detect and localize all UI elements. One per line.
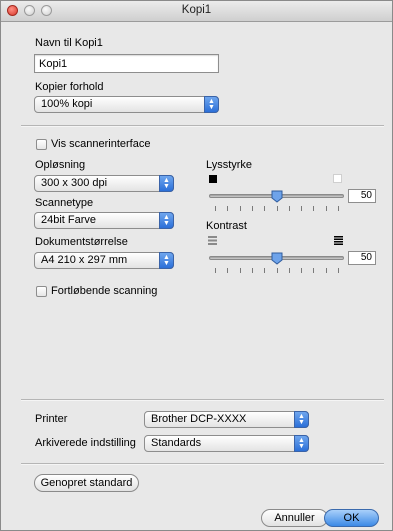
slider-tick <box>239 268 241 273</box>
slider-tick <box>313 268 315 273</box>
slider-tick <box>215 206 216 211</box>
dark-swatch-icon <box>209 175 217 183</box>
popup-arrows-icon: ▲ ▼ <box>159 175 174 192</box>
popup-arrows-icon: ▲ ▼ <box>159 212 174 229</box>
scan-type-value: 24bit Farve <box>41 214 97 226</box>
high-contrast-icon <box>334 236 343 245</box>
copy-ratio-popup[interactable]: 100% kopi ▲ ▼ <box>34 96 219 113</box>
scanner-interface-label: Vis scannerinterface <box>51 138 151 150</box>
document-size-value: A4 210 x 297 mm <box>41 254 128 266</box>
slider-tick <box>264 206 266 211</box>
document-size-popup[interactable]: A4 210 x 297 mm ▲ ▼ <box>34 252 174 269</box>
resolution-value: 300 x 300 dpi <box>41 177 108 189</box>
title-bar[interactable]: Kopi1 <box>1 1 392 22</box>
resolution-popup[interactable]: 300 x 300 dpi ▲ ▼ <box>34 175 174 192</box>
continuous-scanning-label: Fortløbende scanning <box>51 285 158 297</box>
slider-tick <box>251 206 253 211</box>
copy-ratio-label: Kopier forhold <box>35 81 104 93</box>
slider-tick <box>325 268 327 273</box>
copy-ratio-value: 100% kopi <box>41 98 93 110</box>
name-input[interactable]: Kopi1 <box>34 54 219 73</box>
slider-tick <box>338 206 339 211</box>
slider-tick <box>251 268 253 273</box>
slider-tick <box>288 206 290 211</box>
slider-tick <box>227 268 229 273</box>
separator <box>21 125 384 127</box>
slider-tick <box>276 268 278 273</box>
slider-tick <box>215 268 216 273</box>
ok-button[interactable]: OK <box>324 509 379 527</box>
brightness-slider-knob[interactable] <box>271 190 283 203</box>
light-swatch-icon <box>333 174 342 183</box>
dialog-window: Kopi1 Navn til Kopi1 Kopi1 Kopier forhol… <box>0 0 393 531</box>
slider-tick <box>288 268 290 273</box>
saved-settings-label: Arkiverede indstilling <box>35 437 136 449</box>
slider-tick <box>227 206 229 211</box>
contrast-tick-marks <box>209 268 344 273</box>
restore-defaults-button[interactable]: Genopret standard <box>34 474 139 492</box>
contrast-label: Kontrast <box>206 220 247 232</box>
name-label: Navn til Kopi1 <box>35 37 103 49</box>
contrast-slider-knob[interactable] <box>271 252 283 265</box>
scanner-interface-checkbox[interactable] <box>36 139 47 150</box>
saved-settings-popup[interactable]: Standards ▲ ▼ <box>144 435 309 452</box>
cancel-button[interactable]: Annuller <box>261 509 328 527</box>
document-size-label: Dokumentstørrelse <box>35 236 128 248</box>
brightness-tick-marks <box>209 206 344 211</box>
slider-tick <box>325 206 327 211</box>
separator <box>21 399 384 401</box>
scan-type-popup[interactable]: 24bit Farve ▲ ▼ <box>34 212 174 229</box>
slider-tick <box>276 206 278 211</box>
separator <box>21 463 384 465</box>
window-title: Kopi1 <box>181 4 212 16</box>
slider-tick <box>338 268 339 273</box>
popup-arrows-icon: ▲ ▼ <box>159 252 174 269</box>
low-contrast-icon <box>208 236 217 245</box>
continuous-scanning-checkbox[interactable] <box>36 286 47 297</box>
printer-value: Brother DCP-XXXX <box>151 413 247 425</box>
brightness-label: Lysstyrke <box>206 159 253 171</box>
printer-label: Printer <box>35 413 68 425</box>
slider-tick <box>301 206 303 211</box>
printer-popup[interactable]: Brother DCP-XXXX ▲ ▼ <box>144 411 309 428</box>
brightness-value-field[interactable]: 50 <box>348 189 376 203</box>
scan-type-label: Scannetype <box>35 197 94 209</box>
slider-tick <box>301 268 303 273</box>
slider-tick <box>313 206 315 211</box>
slider-tick <box>239 206 241 211</box>
slider-tick <box>264 268 266 273</box>
popup-arrows-icon: ▲ ▼ <box>204 96 219 113</box>
popup-arrows-icon: ▲ ▼ <box>294 411 309 428</box>
popup-arrows-icon: ▲ ▼ <box>294 435 309 452</box>
contrast-value-field[interactable]: 50 <box>348 251 376 265</box>
resolution-label: Opløsning <box>35 159 86 171</box>
saved-settings-value: Standards <box>151 437 202 449</box>
